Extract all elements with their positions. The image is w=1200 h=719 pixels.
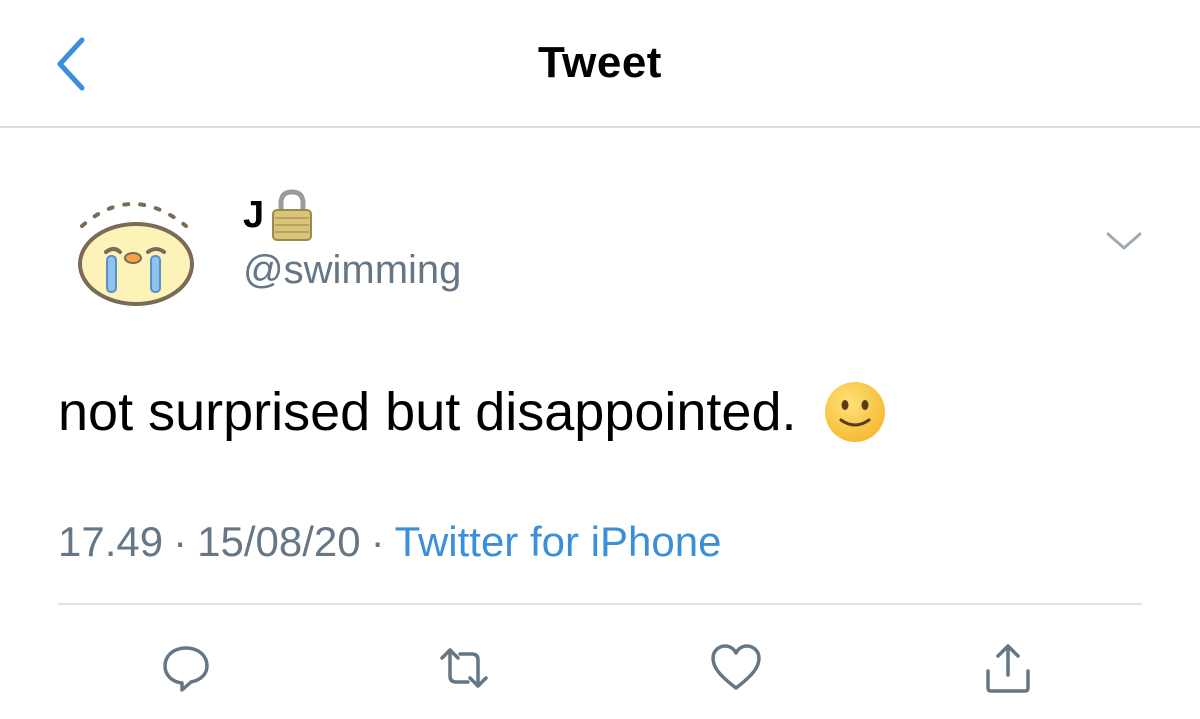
tweet-menu-button[interactable] xyxy=(1104,226,1144,256)
speech-bubble-icon xyxy=(163,646,209,692)
reply-button[interactable] xyxy=(156,638,216,698)
chevron-down-icon xyxy=(1106,232,1142,250)
avatar[interactable] xyxy=(70,186,200,306)
author-name-row[interactable]: J xyxy=(243,188,316,242)
tweet-date: 15/08/20 xyxy=(197,518,361,565)
slightly-smiling-face-icon xyxy=(824,382,885,442)
separator-dot: · xyxy=(370,518,385,565)
share-icon xyxy=(986,644,1030,693)
retweet-button[interactable] xyxy=(434,638,494,698)
tweet-text: not surprised but disappointed. xyxy=(58,382,797,442)
user-handle[interactable]: @swimming xyxy=(243,248,461,293)
tweet-detail-screen: Tweet J @swimming not surprised but disa… xyxy=(0,0,1200,719)
like-button[interactable] xyxy=(706,638,766,698)
tweet-source-link[interactable]: Twitter for iPhone xyxy=(395,518,722,565)
tweet-body: not surprised but disappointed. xyxy=(58,380,887,444)
tweet-time: 17.49 xyxy=(58,518,164,565)
divider xyxy=(58,603,1142,605)
display-name: J xyxy=(243,193,265,236)
top-nav-bar: Tweet xyxy=(0,0,1200,128)
padlock-icon xyxy=(272,189,313,241)
share-button[interactable] xyxy=(978,638,1038,698)
page-title: Tweet xyxy=(538,38,662,87)
separator-dot: · xyxy=(173,518,188,565)
crying-chick-icon xyxy=(78,202,194,306)
tweet-meta: 17.49 · 15/08/20 · Twitter for iPhone xyxy=(58,518,721,566)
retweet-icon xyxy=(440,648,488,688)
heart-icon xyxy=(711,644,761,690)
